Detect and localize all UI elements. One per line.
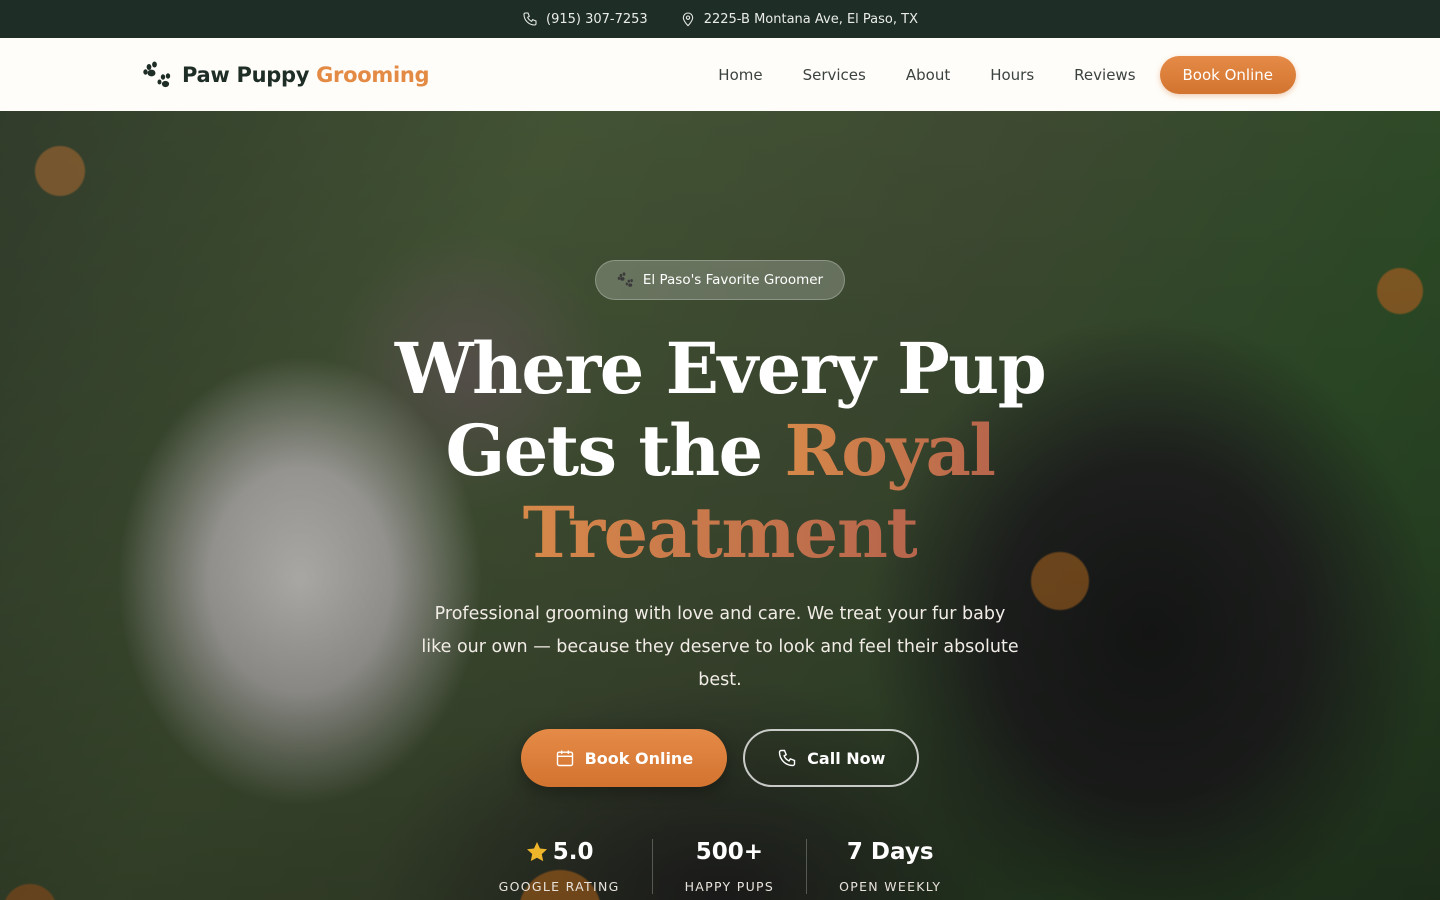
address-info[interactable]: 2225-B Montana Ave, El Paso, TX bbox=[680, 11, 918, 27]
hero-content: El Paso's Favorite Groomer Where Every P… bbox=[0, 111, 1440, 894]
headline-line-2: Gets the Royal bbox=[395, 410, 1045, 492]
top-info-bar: (915) 307-7253 2225-B Montana Ave, El Pa… bbox=[0, 0, 1440, 38]
stat-label: OPEN WEEKLY bbox=[839, 879, 942, 894]
paw-icon bbox=[143, 61, 171, 87]
stat-value: 5.0 bbox=[525, 839, 594, 865]
brand-logo[interactable]: Paw Puppy Grooming bbox=[142, 59, 430, 91]
phone-icon bbox=[778, 749, 796, 767]
book-online-button[interactable]: Book Online bbox=[520, 729, 728, 787]
nav-links: Home Services About Hours Reviews Book O… bbox=[718, 55, 1296, 94]
nav-link-about[interactable]: About bbox=[906, 66, 950, 84]
phone-info[interactable]: (915) 307-7253 bbox=[522, 11, 648, 27]
headline-accent-royal: Royal bbox=[784, 409, 997, 492]
hero-cta-group: Book Online Call Now bbox=[520, 729, 920, 787]
nav-book-online-button[interactable]: Book Online bbox=[1159, 55, 1296, 94]
stat-google-rating: 5.0 GOOGLE RATING bbox=[467, 839, 652, 894]
nav-link-reviews[interactable]: Reviews bbox=[1074, 66, 1135, 84]
phone-icon bbox=[523, 12, 537, 26]
headline-accent-treatment: Treatment bbox=[522, 491, 919, 574]
call-now-button[interactable]: Call Now bbox=[743, 729, 920, 787]
hero-section: El Paso's Favorite Groomer Where Every P… bbox=[0, 111, 1440, 900]
brand-name: Paw Puppy Grooming bbox=[182, 62, 430, 87]
brand-name-main: Paw Puppy bbox=[182, 62, 310, 87]
stat-happy-pups: 500+ HAPPY PUPS bbox=[651, 839, 807, 894]
hero-badge-text: El Paso's Favorite Groomer bbox=[642, 272, 824, 288]
stat-value-text: 5.0 bbox=[552, 839, 594, 865]
paw-icon bbox=[617, 272, 633, 287]
hero-badge: El Paso's Favorite Groomer bbox=[594, 260, 846, 300]
call-now-label: Call Now bbox=[807, 748, 886, 768]
calendar-icon bbox=[556, 750, 573, 767]
brand-name-accent: Grooming bbox=[316, 62, 430, 87]
stat-label: HAPPY PUPS bbox=[684, 879, 775, 894]
stat-label: GOOGLE RATING bbox=[498, 879, 620, 894]
phone-number: (915) 307-7253 bbox=[546, 11, 648, 27]
nav-link-services[interactable]: Services bbox=[803, 66, 866, 84]
headline-line-3: Treatment bbox=[395, 492, 1045, 574]
star-icon bbox=[526, 842, 547, 862]
address-text: 2225-B Montana Ave, El Paso, TX bbox=[703, 11, 918, 27]
hero-stats: 5.0 GOOGLE RATING 500+ HAPPY PUPS 7 Days… bbox=[467, 839, 974, 894]
headline-line-1: Where Every Pup bbox=[394, 327, 1047, 410]
stat-open-weekly: 7 Days OPEN WEEKLY bbox=[806, 839, 973, 894]
hero-subtext: Professional grooming with love and care… bbox=[421, 604, 1019, 690]
nav-link-hours[interactable]: Hours bbox=[990, 66, 1034, 84]
nav-link-home[interactable]: Home bbox=[718, 66, 762, 84]
hero-headline: Where Every Pup Gets the Royal Treatment bbox=[394, 327, 1047, 574]
main-nav: Paw Puppy Grooming Home Services About H… bbox=[0, 38, 1440, 111]
book-online-label: Book Online bbox=[584, 748, 694, 768]
stat-value: 7 Days bbox=[846, 839, 934, 865]
stat-value: 500+ bbox=[695, 839, 763, 865]
location-pin-icon bbox=[682, 12, 693, 27]
headline-line-2-plain: Gets the bbox=[445, 409, 763, 492]
